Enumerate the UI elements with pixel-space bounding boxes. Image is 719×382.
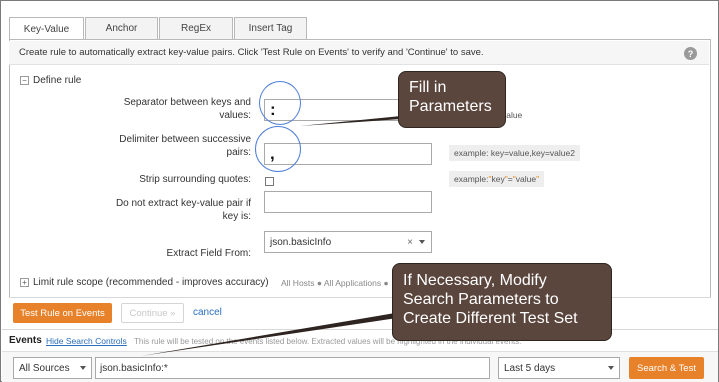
delimiter-example: example: key=value,key=value2 — [449, 145, 580, 161]
strip-example-value: value — [515, 174, 537, 184]
search-and-test-button[interactable]: Search & Test — [629, 357, 704, 379]
hide-search-controls-link[interactable]: Hide Search Controls — [46, 336, 127, 346]
cancel-link[interactable]: cancel — [193, 307, 222, 318]
clear-icon[interactable]: × — [407, 237, 413, 248]
test-rule-button[interactable]: Test Rule on Events — [13, 303, 112, 323]
exclude-key-input[interactable] — [264, 191, 432, 213]
delimiter-label: Delimiter between successive pairs: — [119, 134, 251, 158]
fill-callout-text: Fill in Parameters — [409, 79, 492, 115]
define-rule-label: Define rule — [33, 75, 82, 86]
extract-field-value: json.basicInfo — [270, 236, 332, 248]
separator-highlight-ring — [259, 81, 301, 125]
continue-button[interactable]: Continue » — [121, 303, 184, 323]
modify-search-callout: If Necessary, Modify Search Parameters t… — [392, 263, 612, 341]
rule-editor-window: Key-Value Anchor RegEx Insert Tag Create… — [0, 0, 719, 382]
chevron-down-icon — [608, 366, 614, 370]
separator-label: Separator between keys and values: — [123, 97, 251, 121]
strip-example-prefix: example: — [454, 174, 489, 184]
source-select[interactable]: All Sources — [13, 357, 92, 379]
modify-callout-text: If Necessary, Modify Search Parameters t… — [403, 272, 578, 327]
tab-regex[interactable]: RegEx — [159, 17, 233, 39]
rule-type-tabs: Key-Value Anchor RegEx Insert Tag — [9, 17, 308, 40]
search-query-value: json.basicInfo:* — [100, 362, 168, 374]
strip-example-key: key — [491, 174, 505, 184]
exclude-key-label: Do not extract key-value pair if key is: — [115, 198, 251, 222]
info-bar: Create rule to automatically extract key… — [9, 41, 709, 65]
strip-example-quote: " — [536, 174, 540, 184]
define-rule-toggle[interactable]: − — [20, 76, 29, 85]
tab-insert-tag[interactable]: Insert Tag — [234, 17, 307, 39]
modify-callout-pointer — [141, 308, 431, 356]
extract-field-label: Extract Field From: — [166, 248, 251, 259]
time-range-value: Last 5 days — [504, 362, 556, 374]
extract-field-select[interactable]: json.basicInfo × — [264, 231, 432, 253]
strip-quotes-checkbox[interactable] — [265, 177, 274, 186]
strip-quotes-label: Strip surrounding quotes: — [139, 174, 251, 185]
delimiter-highlight-ring — [255, 126, 301, 172]
chevron-down-icon — [80, 366, 86, 370]
help-icon[interactable]: ? — [684, 47, 697, 60]
events-label: Events — [9, 335, 42, 346]
tab-anchor[interactable]: Anchor — [85, 17, 158, 39]
scope-toggle[interactable]: + — [20, 278, 29, 287]
chevron-down-icon — [419, 240, 425, 244]
strip-quotes-example: example: " key " = " value " — [449, 171, 545, 187]
time-range-select[interactable]: Last 5 days — [498, 357, 620, 379]
scope-label[interactable]: Limit rule scope (recommended - improves… — [33, 277, 269, 288]
tab-key-value[interactable]: Key-Value — [9, 17, 84, 40]
fill-parameters-callout: Fill in Parameters — [398, 71, 506, 128]
search-query-input[interactable]: json.basicInfo:* — [95, 357, 490, 379]
source-value: All Sources — [19, 362, 70, 374]
info-text: Create rule to automatically extract key… — [19, 47, 484, 58]
scope-tags: All Hosts ● All Applications ● — [281, 278, 389, 288]
